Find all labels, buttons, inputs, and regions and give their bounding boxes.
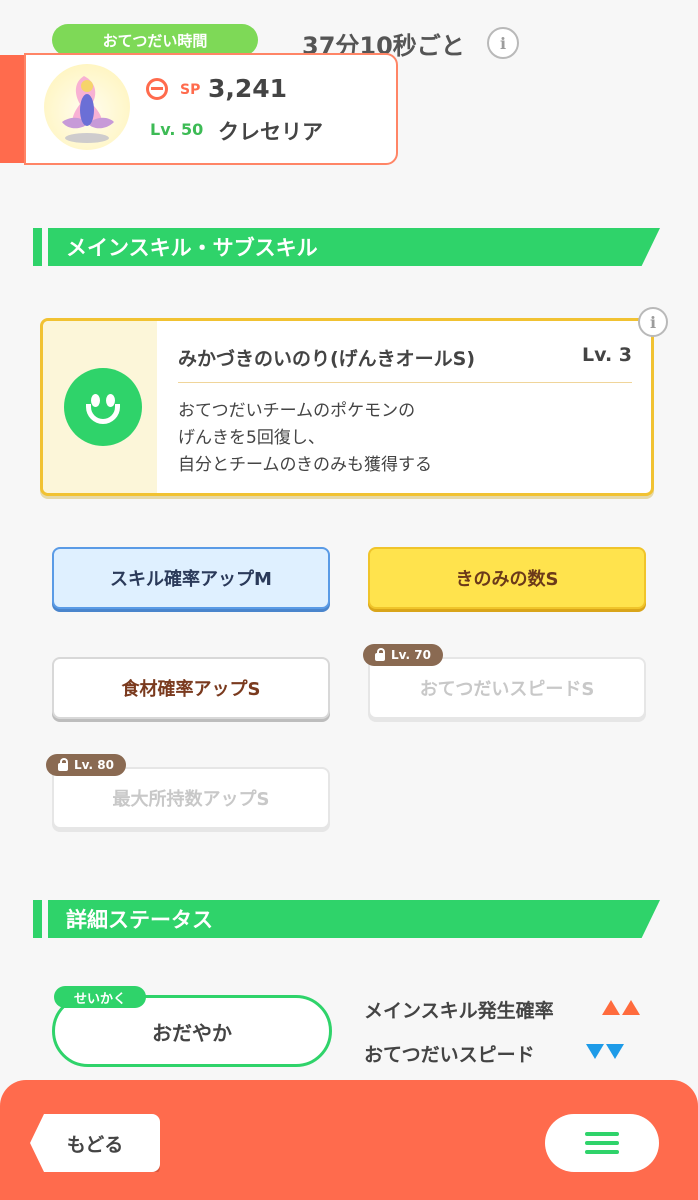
info-icon[interactable]: i: [638, 307, 668, 337]
main-skill-name: みかづきのいのり(げんきオールS): [178, 348, 476, 370]
section-title-skills: メインスキル・サブスキル: [48, 228, 660, 266]
pokemon-level: Lv. 50: [150, 120, 204, 139]
info-icon[interactable]: i: [487, 27, 519, 59]
nature-tag: せいかく: [54, 986, 146, 1008]
smile-icon: [64, 368, 142, 446]
arrow-up-icon: [602, 1000, 640, 1015]
sub-skill-button[interactable]: 食材確率アップS: [52, 657, 330, 719]
pokemon-portrait: [44, 64, 130, 150]
lock-level-text: Lv. 70: [391, 648, 431, 662]
description-line: げんきを5回復し、: [178, 428, 325, 448]
cresselia-image: [62, 76, 114, 143]
pokemon-name: クレセリア: [218, 120, 323, 144]
sub-skill-button-locked[interactable]: 最大所持数アップS: [52, 767, 330, 829]
divider: [178, 382, 632, 383]
description-line: 自分とチームのきのみも獲得する: [178, 455, 432, 475]
lock-level-badge: Lv. 70: [363, 644, 443, 666]
lock-icon: [58, 757, 68, 771]
poke-ball-icon: [146, 78, 168, 100]
sub-skill-button-locked[interactable]: おてつだいスピードS: [368, 657, 646, 719]
help-time-pill: おてつだい時間: [52, 24, 258, 56]
main-skill-level: Lv. 3: [582, 344, 632, 366]
sub-skill-button[interactable]: スキル確率アップM: [52, 547, 330, 609]
lock-level-badge: Lv. 80: [46, 754, 126, 776]
main-skill-description: おてつだいチームのポケモンの げんきを5回復し、 自分とチームのきのみも獲得する: [178, 398, 432, 479]
section-marker: [33, 900, 42, 938]
menu-button[interactable]: [545, 1114, 659, 1172]
sp-label: SP: [180, 82, 201, 98]
hamburger-menu-icon: [585, 1132, 619, 1154]
section-marker: [33, 228, 42, 266]
section-title-details: 詳細ステータス: [48, 900, 660, 938]
lock-level-text: Lv. 80: [74, 758, 114, 772]
nature-effect-label: おてつだいスピード: [364, 1044, 535, 1066]
lock-icon: [375, 647, 385, 661]
sub-skill-button[interactable]: きのみの数S: [368, 547, 646, 609]
sp-value: 3,241: [208, 74, 288, 103]
description-line: おてつだいチームのポケモンの: [178, 401, 416, 421]
arrow-down-icon: [586, 1044, 624, 1059]
back-button[interactable]: もどる: [30, 1114, 160, 1172]
nature-effect-label: メインスキル発生確率: [364, 1000, 554, 1022]
